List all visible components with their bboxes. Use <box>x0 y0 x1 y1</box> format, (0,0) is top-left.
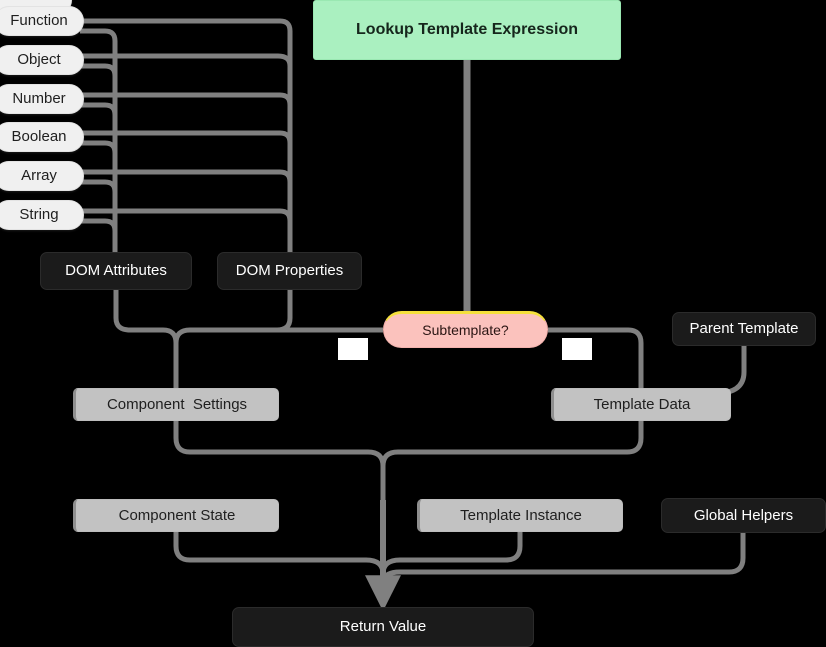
edge-label-subtemplate-yes <box>562 338 592 360</box>
node-global-helpers[interactable]: Global Helpers <box>661 498 826 533</box>
type-pill-object[interactable]: Object <box>0 45 84 75</box>
node-subtemplate-decision[interactable]: Subtemplate? <box>383 311 548 348</box>
node-template-data[interactable]: Template Data <box>551 388 731 421</box>
type-pill-boolean[interactable]: Boolean <box>0 122 84 152</box>
type-pill-array-label: Array <box>21 167 57 185</box>
node-component-state-label: Component State <box>118 506 236 524</box>
node-parent-template-label: Parent Template <box>689 320 799 338</box>
node-template-instance-label: Template Instance <box>460 506 582 524</box>
type-pill-number[interactable]: Number <box>0 84 84 114</box>
node-subtemplate-decision-label: Subtemplate? <box>422 322 509 339</box>
node-dom-attributes-label: DOM Attributes <box>65 262 167 280</box>
node-lookup-template-expression-label: Lookup Template Expression <box>356 20 578 38</box>
node-return-value-label: Return Value <box>339 618 427 636</box>
node-component-state[interactable]: Component State <box>73 499 279 532</box>
node-template-instance[interactable]: Template Instance <box>417 499 623 532</box>
type-pill-array[interactable]: Array <box>0 161 84 191</box>
diagram-canvas: Function Object Number Boolean Array Str… <box>0 0 826 647</box>
node-parent-template[interactable]: Parent Template <box>672 312 816 346</box>
type-pill-string-label: String <box>19 206 59 224</box>
node-return-value[interactable]: Return Value <box>232 607 534 647</box>
node-component-settings[interactable]: Component Settings <box>73 388 279 421</box>
edge-label-subtemplate-no <box>338 338 368 360</box>
node-dom-properties[interactable]: DOM Properties <box>217 252 362 290</box>
type-pill-number-label: Number <box>12 90 66 108</box>
node-template-data-label: Template Data <box>593 395 691 413</box>
node-global-helpers-label: Global Helpers <box>693 506 794 524</box>
type-pill-function-label: Function <box>10 12 68 30</box>
node-lookup-template-expression[interactable]: Lookup Template Expression <box>313 0 621 60</box>
type-pill-function[interactable]: Function <box>0 6 84 36</box>
type-pill-object-label: Object <box>17 51 61 69</box>
type-pill-string[interactable]: String <box>0 200 84 230</box>
node-component-settings-label: Component Settings <box>106 395 248 413</box>
node-dom-attributes[interactable]: DOM Attributes <box>40 252 192 290</box>
node-dom-properties-label: DOM Properties <box>235 262 344 280</box>
type-pill-boolean-label: Boolean <box>11 128 67 146</box>
